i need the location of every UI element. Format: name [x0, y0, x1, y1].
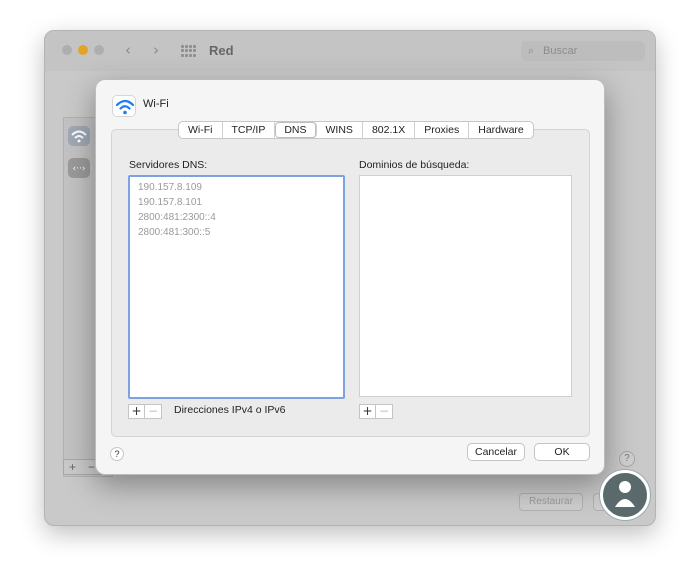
remove-domain-button[interactable]: −: [376, 404, 393, 419]
sheet-title: Wi-Fi: [143, 98, 169, 110]
tab-wins[interactable]: WINS: [317, 122, 363, 138]
minimize-window-button[interactable]: [78, 45, 88, 55]
add-dns-button[interactable]: +: [128, 404, 145, 419]
close-window-button[interactable]: [62, 45, 72, 55]
cancel-button[interactable]: Cancelar: [467, 443, 525, 461]
tab-dns[interactable]: DNS: [275, 122, 317, 138]
tab-tcpip[interactable]: TCP/IP: [223, 122, 276, 138]
svg-text:‹··›: ‹··›: [73, 164, 86, 174]
ok-button[interactable]: OK: [534, 443, 590, 461]
dns-server-entry[interactable]: 190.157.8.101: [138, 195, 335, 210]
tab-8021x[interactable]: 802.1X: [363, 122, 416, 138]
window-help-button[interactable]: ?: [619, 451, 635, 467]
search-icon: ⌕: [528, 44, 535, 57]
search-placeholder: Buscar: [543, 45, 578, 57]
domains-add-remove: + −: [359, 404, 393, 419]
dns-server-entry[interactable]: 2800:481:300::5: [138, 225, 335, 240]
dns-hint: Direcciones IPv4 o IPv6: [174, 404, 286, 416]
zoom-window-button[interactable]: [94, 45, 104, 55]
dns-server-entry[interactable]: 2800:481:2300::4: [138, 210, 335, 225]
dns-servers-list[interactable]: 190.157.8.109 190.157.8.101 2800:481:230…: [128, 175, 345, 399]
grid-icon[interactable]: [181, 45, 196, 57]
help-button[interactable]: ?: [110, 447, 124, 461]
watermark-logo: [600, 470, 650, 520]
add-domain-button[interactable]: +: [359, 404, 376, 419]
dns-server-entry[interactable]: 190.157.8.109: [138, 180, 335, 195]
dns-sheet: Wi-Fi Wi-Fi TCP/IP DNS WINS 802.1X Proxi…: [95, 79, 605, 475]
tab-wifi[interactable]: Wi-Fi: [179, 122, 223, 138]
tab-bar: Wi-Fi TCP/IP DNS WINS 802.1X Proxies Har…: [178, 121, 534, 139]
tab-proxies[interactable]: Proxies: [415, 122, 470, 138]
restore-button[interactable]: Restaurar: [519, 493, 583, 511]
search-domains-label: Dominios de búsqueda:: [359, 159, 470, 171]
dns-servers-label: Servidores DNS:: [129, 159, 208, 171]
tab-hardware[interactable]: Hardware: [469, 122, 533, 138]
ethernet-icon[interactable]: ‹··›: [68, 158, 90, 178]
remove-dns-button[interactable]: −: [145, 404, 162, 419]
back-arrow-icon[interactable]: ‹: [125, 41, 131, 59]
forward-arrow-icon[interactable]: ›: [153, 41, 159, 59]
search-domains-list[interactable]: [359, 175, 572, 397]
window-title: Red: [209, 43, 234, 58]
window-titlebar: ‹ › Red ⌕ Buscar: [45, 31, 655, 71]
wifi-icon: [112, 95, 136, 117]
search-field[interactable]: ⌕ Buscar: [521, 41, 645, 61]
wifi-service-icon[interactable]: [68, 126, 90, 146]
dns-add-remove: + −: [128, 404, 162, 419]
